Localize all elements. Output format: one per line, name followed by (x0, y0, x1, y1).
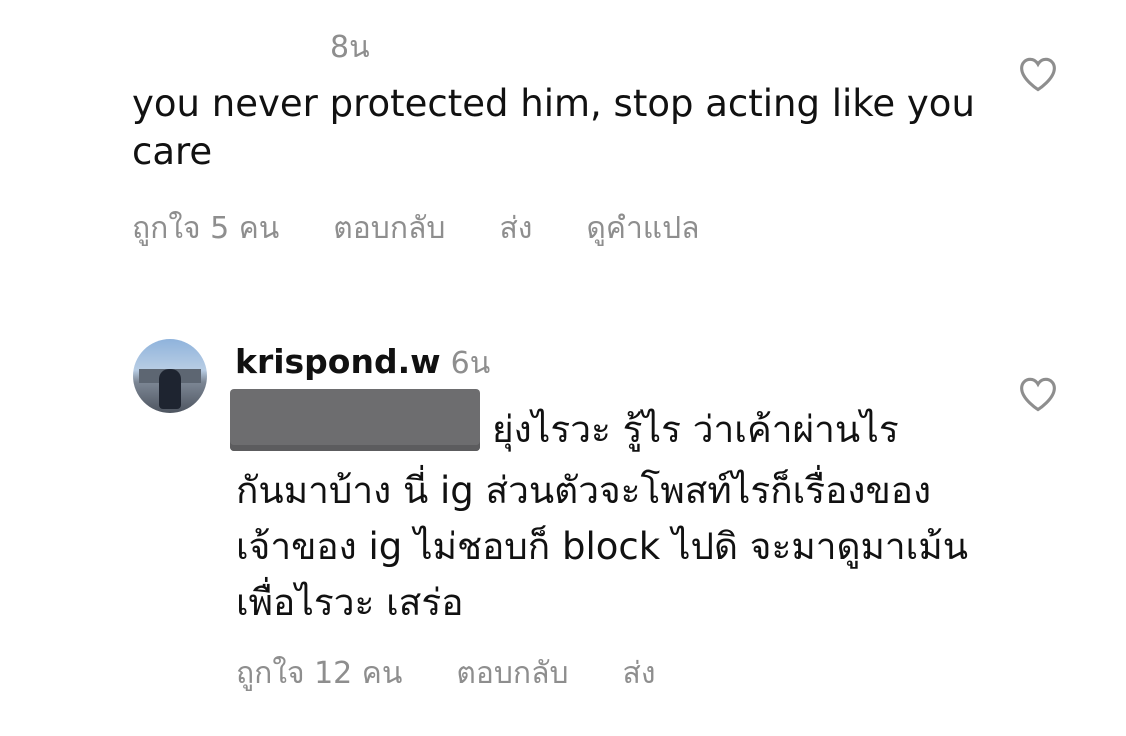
avatar-person (159, 369, 181, 409)
username-link[interactable]: krispond.w (235, 342, 441, 381)
likes-count-link[interactable]: ถูกใจ 5 คน (132, 205, 279, 252)
translate-button[interactable]: ดูคำแปล (586, 205, 699, 252)
send-button[interactable]: ส่ง (499, 205, 532, 252)
heart-icon[interactable] (1018, 56, 1058, 92)
redacted-mention (230, 389, 480, 451)
comment-timestamp: 8น (330, 30, 370, 65)
reply-button[interactable]: ตอบกลับ (333, 205, 445, 252)
comment-text-line-1: ยุ่งไรวะ รู้ไร ว่าเค้าผ่านไร (492, 408, 899, 451)
send-button[interactable]: ส่ง (623, 650, 656, 697)
comment-text: กันมาบ้าง นี่ ig ส่วนตัวจะโพสท์ไรก็เรื่อ… (236, 469, 969, 624)
comment-timestamp: 6น (450, 346, 491, 381)
likes-count-link[interactable]: ถูกใจ 12 คน (236, 650, 402, 697)
reply-button[interactable]: ตอบกลับ (456, 650, 568, 697)
comment-actions: ถูกใจ 12 คน ตอบกลับ ส่ง (236, 650, 656, 697)
comment-header: krispond.w 6น (235, 340, 490, 387)
comment-text: you never protected him, stop acting lik… (132, 82, 975, 173)
heart-icon[interactable] (1018, 376, 1058, 412)
comment-actions: ถูกใจ 5 คน ตอบกลับ ส่ง ดูคำแปล (132, 205, 700, 252)
avatar[interactable] (133, 339, 207, 413)
